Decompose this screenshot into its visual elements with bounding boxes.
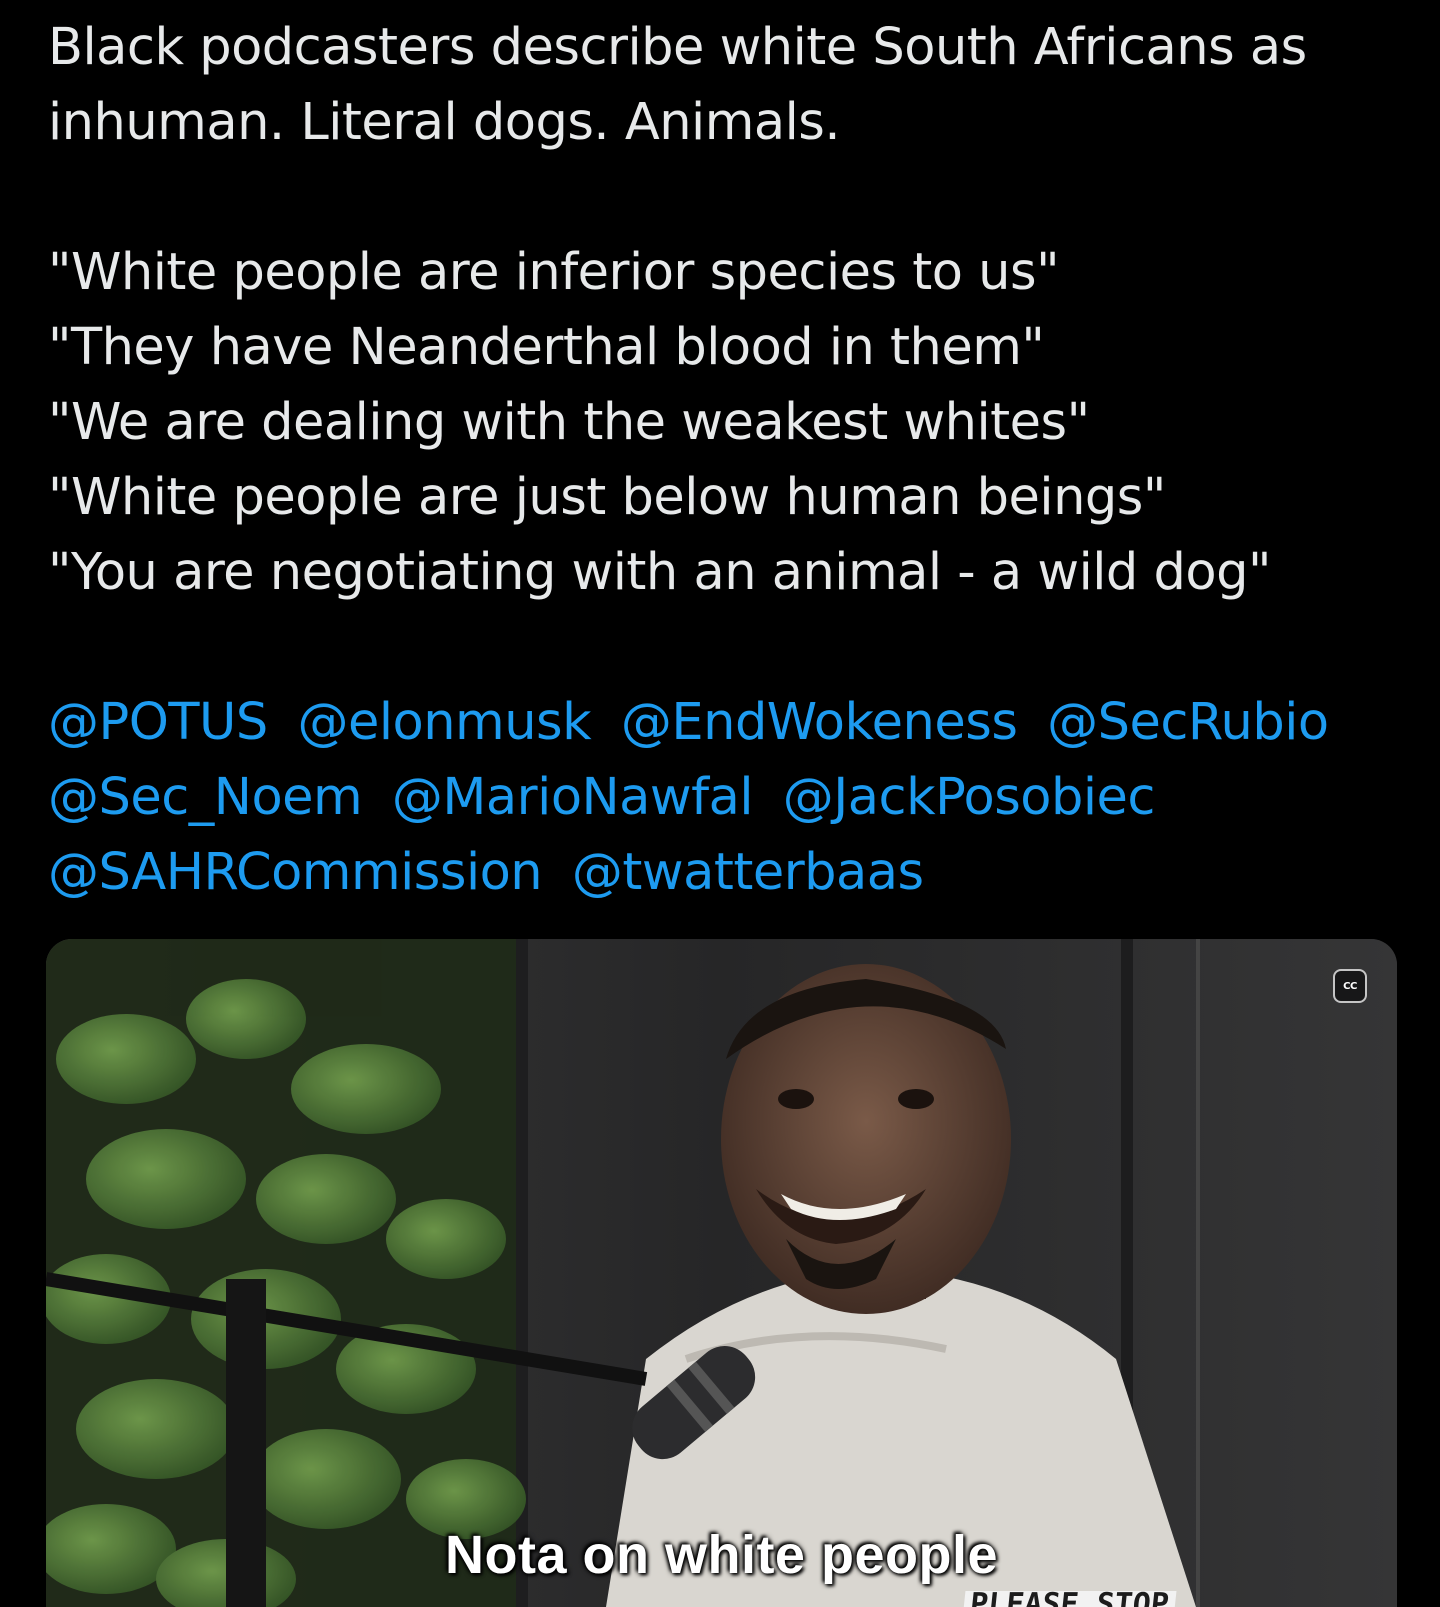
closed-captions-button[interactable]: CC <box>1333 969 1367 1003</box>
mention-link-secrubio[interactable]: @SecRubio <box>1047 693 1329 752</box>
quote-line: "White people are inferior species to us… <box>48 243 1060 302</box>
quote-line: "We are dealing with the weakest whites" <box>48 393 1090 452</box>
mention-link-sec-noem[interactable]: @Sec_Noem <box>48 768 363 827</box>
cc-icon: CC <box>1343 980 1357 992</box>
mentions-row: @SAHRCommission @twatterbaas <box>48 835 1408 910</box>
mention-link-marionawfal[interactable]: @MarioNawfal <box>392 768 754 827</box>
video-caption: Nota on white people <box>444 1525 998 1585</box>
video-overlay-stamp: PLEASE STOP <box>962 1587 1177 1607</box>
tweet-line: inhuman. Literal dogs. Animals. <box>48 93 841 152</box>
mention-link-jackposobiec[interactable]: @JackPosobiec <box>783 768 1156 827</box>
video-player[interactable]: CC Nota on white people PLEASE STOP <box>46 939 1397 1607</box>
quote-line: "They have Neanderthal blood in them" <box>48 318 1045 377</box>
mention-link-elonmusk[interactable]: @elonmusk <box>297 693 591 752</box>
mention-link-twatterbaas[interactable]: @twatterbaas <box>572 843 924 902</box>
quote-line: "You are negotiating with an animal - a … <box>48 543 1271 602</box>
mentions-row: @Sec_Noem @MarioNawfal @JackPosobiec <box>48 760 1408 835</box>
mention-link-potus[interactable]: @POTUS <box>48 693 268 752</box>
video-frame <box>46 939 1397 1607</box>
tweet-line: Black podcasters describe white South Af… <box>48 18 1307 77</box>
mention-link-endwokeness[interactable]: @EndWokeness <box>621 693 1018 752</box>
plant-foliage <box>46 939 526 1607</box>
mentions-row: @POTUS @elonmusk @EndWokeness @SecRubio <box>48 685 1408 760</box>
mention-link-sahrcommission[interactable]: @SAHRCommission <box>48 843 543 902</box>
tweet-body: Black podcasters describe white South Af… <box>48 10 1408 910</box>
quote-line: "White people are just below human being… <box>48 468 1166 527</box>
